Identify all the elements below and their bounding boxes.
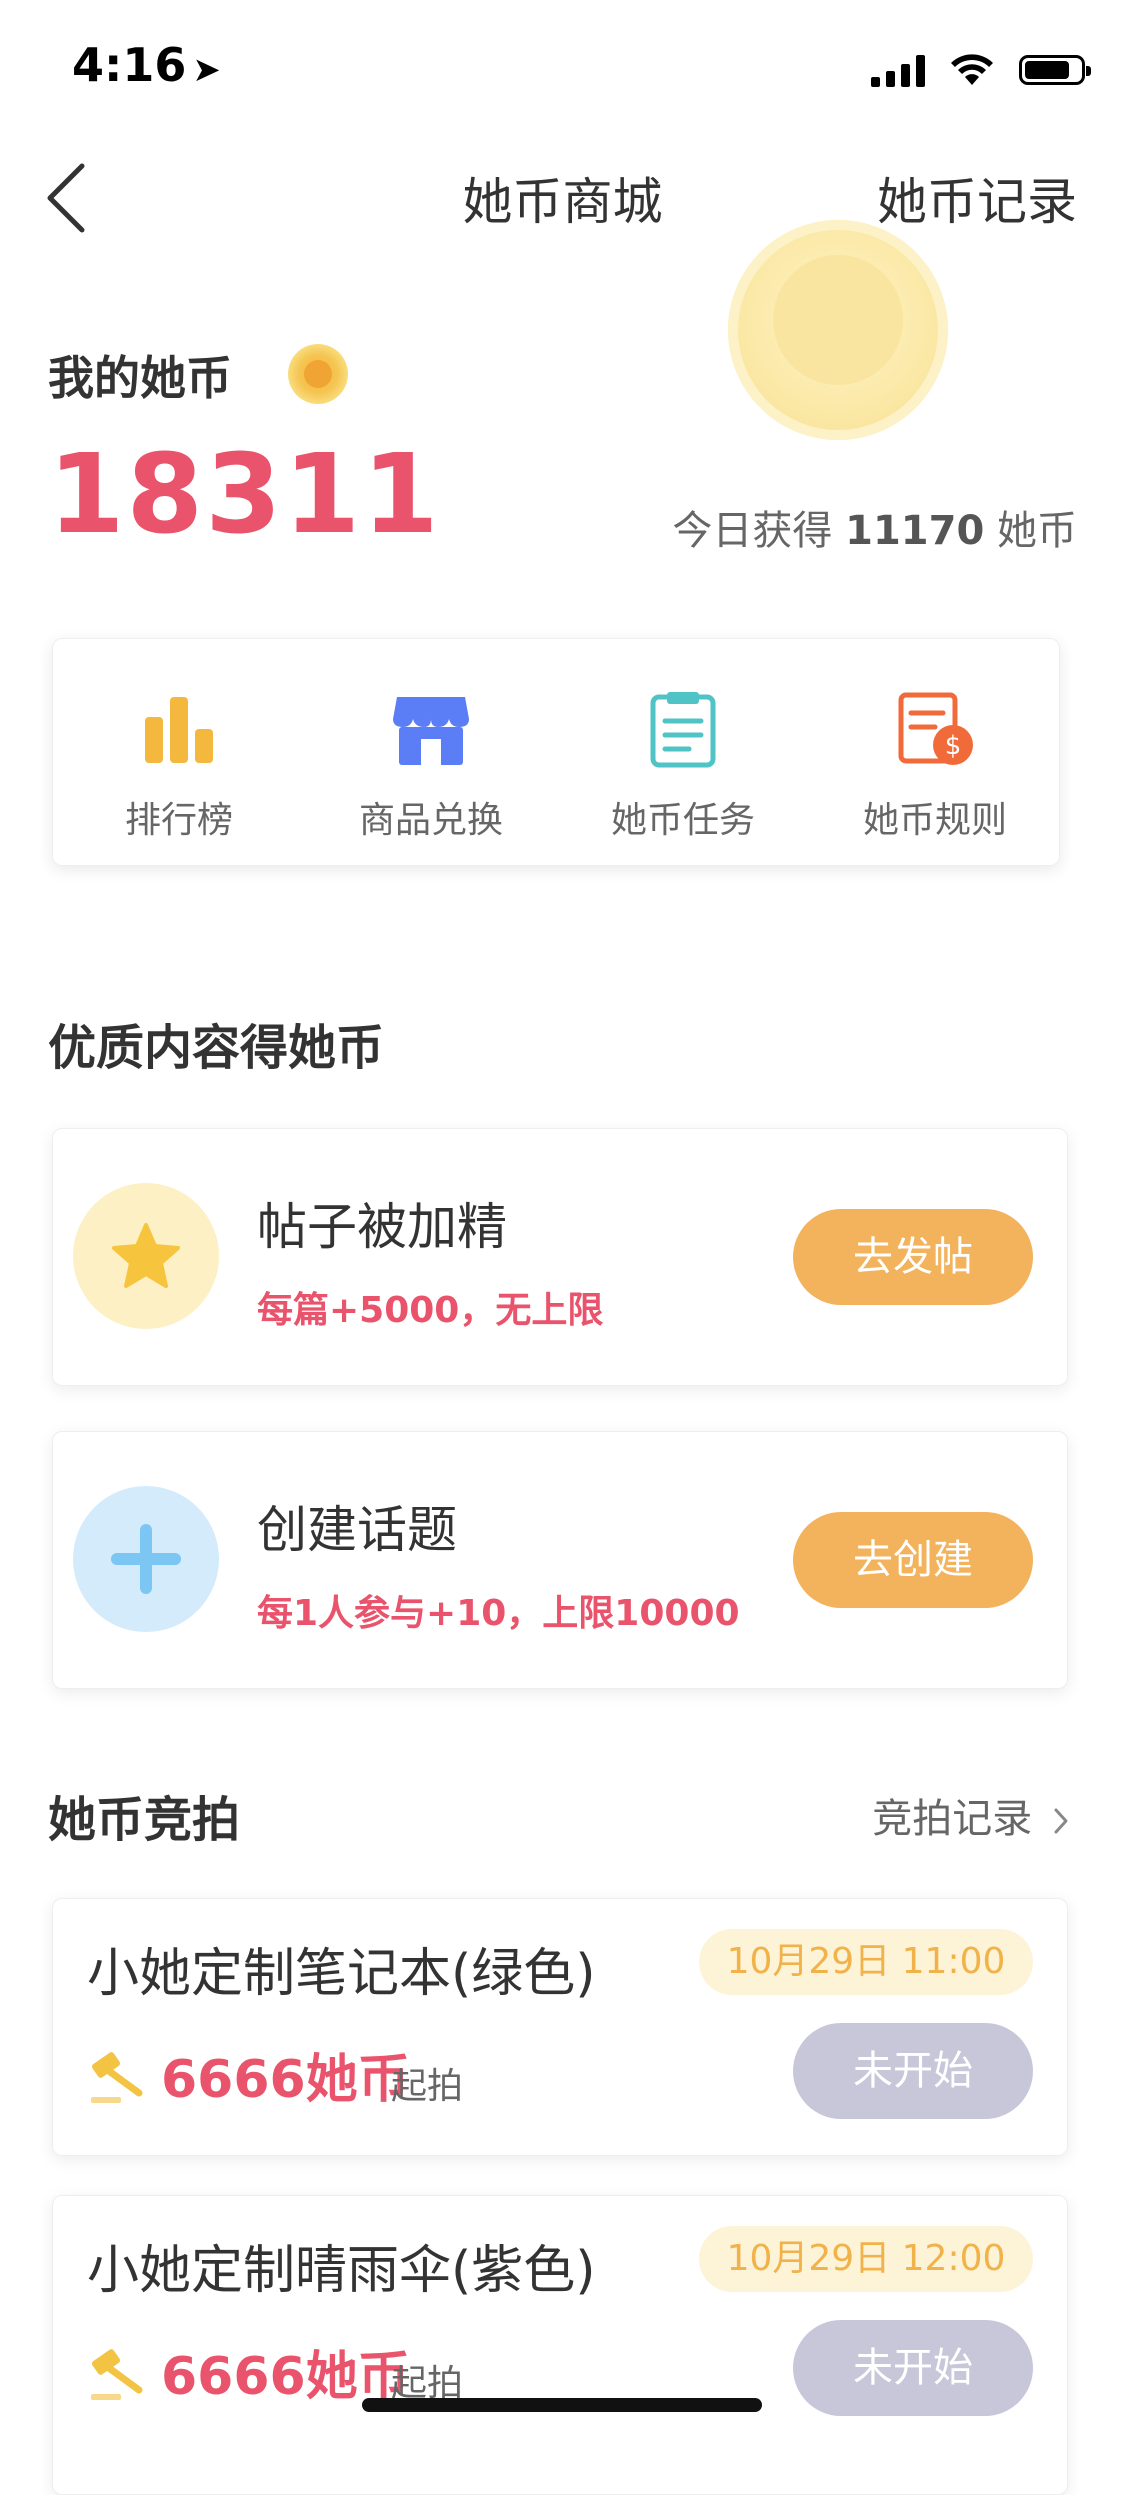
auction-start-label: 起拍: [391, 2066, 464, 2107]
go-create-button[interactable]: 去创建: [793, 1512, 1033, 1608]
auction-records-link[interactable]: 竞拍记录: [872, 1786, 1071, 1844]
today-earned-amount: 11170: [845, 508, 985, 554]
menu-item-leaderboard[interactable]: 排行榜: [53, 639, 305, 867]
home-indicator[interactable]: [362, 2398, 762, 2412]
star-icon: [73, 1183, 219, 1329]
coin-mascot-image: [728, 220, 948, 440]
clipboard-icon: [650, 692, 716, 768]
task-card-featured-post: 帖子被加精 每篇+5000，无上限 去发帖: [52, 1128, 1068, 1386]
gavel-icon: [91, 2052, 143, 2103]
auction-records-label: 竞拍记录: [872, 1796, 1033, 1842]
status-icons: [871, 50, 1091, 90]
task-reward: 每1人参与+10，上限10000: [257, 1593, 740, 1634]
quick-menu: 排行榜 商品兑换 她币任务 $ 她币规则: [52, 638, 1060, 866]
rules-document-icon: $: [898, 692, 973, 765]
task-reward: 每篇+5000，无上限: [257, 1290, 604, 1331]
status-time: 4:16 ➤: [72, 38, 221, 92]
my-coins-label: 我的她币: [48, 351, 232, 405]
location-arrow-icon: ➤: [192, 50, 221, 90]
status-time-text: 4:16: [72, 38, 187, 92]
menu-item-label: 商品兑换: [358, 800, 503, 841]
auction-start-price: 6666她币: [161, 2050, 410, 2110]
menu-item-tasks[interactable]: 她币任务: [557, 639, 809, 867]
menu-item-label: 她币任务: [610, 800, 755, 841]
not-started-button[interactable]: 未开始: [793, 2320, 1033, 2416]
coin-records-link[interactable]: 她币记录: [877, 162, 1077, 234]
coin-balance: 18311: [48, 430, 441, 558]
today-earned-prefix: 今日获得: [672, 508, 833, 554]
menu-item-label: 排行榜: [124, 800, 233, 841]
wifi-icon: [951, 54, 993, 85]
menu-item-rules[interactable]: $ 她币规则: [809, 639, 1061, 867]
svg-text:$: $: [945, 731, 962, 761]
auction-item-card[interactable]: 小她定制笔记本(绿色) 10月29日 11:00 6666她币 起拍 未开始: [52, 1898, 1068, 2156]
go-post-button[interactable]: 去发帖: [793, 1209, 1033, 1305]
auction-item-card[interactable]: 小她定制晴雨伞(紫色) 10月29日 12:00 6666她币 起拍 未开始: [52, 2195, 1068, 2495]
auction-item-title: 小她定制笔记本(绿色): [87, 1944, 596, 2004]
bar-chart-icon: [145, 697, 213, 763]
today-earned-suffix: 她币: [997, 508, 1077, 554]
cellular-signal-icon: [871, 53, 925, 87]
menu-item-exchange[interactable]: 商品兑换: [305, 639, 557, 867]
auction-section-title: 她币竞拍: [48, 1792, 241, 1848]
today-earned: 今日获得 11170 她币: [672, 498, 1077, 556]
menu-item-label: 她币规则: [862, 800, 1007, 841]
auction-item-title: 小她定制晴雨伞(紫色): [87, 2241, 596, 2301]
chevron-right-icon: [1054, 1808, 1068, 1834]
coin-icon: [288, 344, 348, 404]
plus-icon: [73, 1486, 219, 1632]
quality-section-title: 优质内容得她币: [48, 1020, 385, 1076]
battery-icon: [1019, 55, 1091, 85]
store-icon: [393, 697, 469, 765]
auction-time-badge: 10月29日 11:00: [699, 1929, 1033, 1995]
task-card-create-topic: 创建话题 每1人参与+10，上限10000 去创建: [52, 1431, 1068, 1689]
gavel-icon: [91, 2349, 143, 2400]
task-title: 帖子被加精: [257, 1198, 507, 1256]
task-title: 创建话题: [257, 1501, 457, 1559]
not-started-button[interactable]: 未开始: [793, 2023, 1033, 2119]
auction-time-badge: 10月29日 12:00: [699, 2226, 1033, 2292]
